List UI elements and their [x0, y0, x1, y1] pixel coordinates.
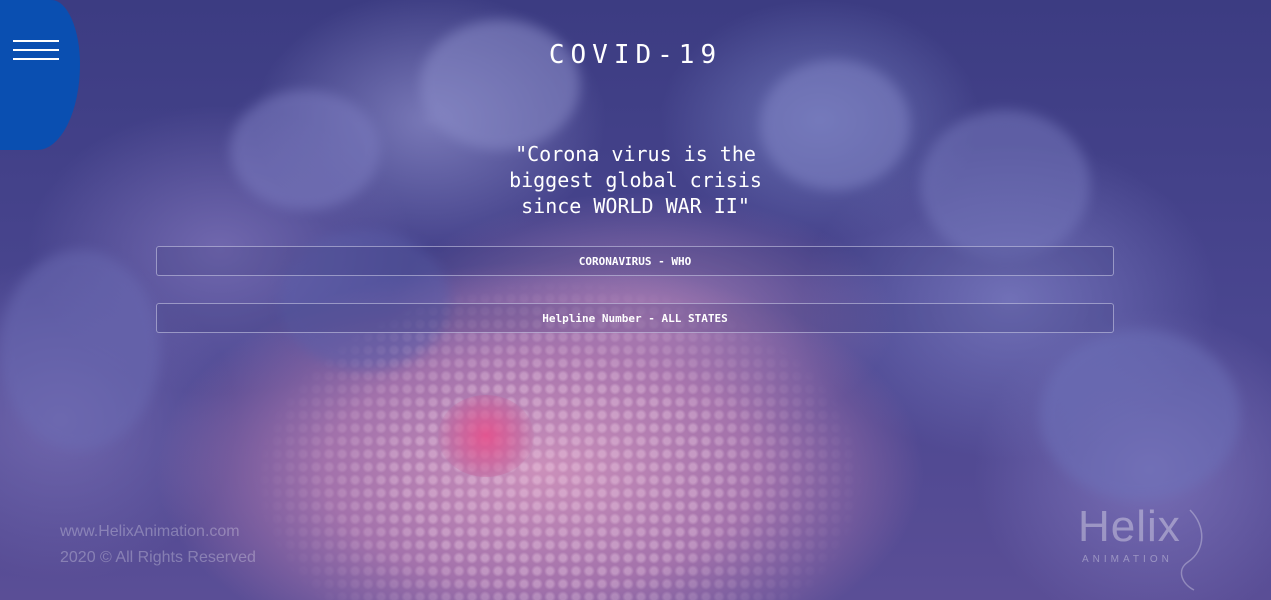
page-title: COVID-19: [548, 40, 723, 70]
quote-line: biggest global crisis: [509, 168, 762, 192]
quote-line: since WORLD WAR II": [521, 194, 750, 218]
quote: "Corona virus is the biggest global cris…: [0, 141, 1271, 219]
watermark-url: www.HelixAnimation.com: [60, 523, 240, 540]
coronavirus-who-button[interactable]: CORONAVIRUS - WHO: [156, 246, 1114, 276]
helix-animation-logo: Helix ANIMATION: [1078, 502, 1218, 592]
helpline-number-button[interactable]: Helpline Number - ALL STATES: [156, 303, 1114, 333]
watermark-copyright: 2020 © All Rights Reserved: [60, 549, 256, 566]
logo-swirl-icon: [1180, 509, 1203, 591]
quote-line: "Corona virus is the: [515, 142, 756, 166]
